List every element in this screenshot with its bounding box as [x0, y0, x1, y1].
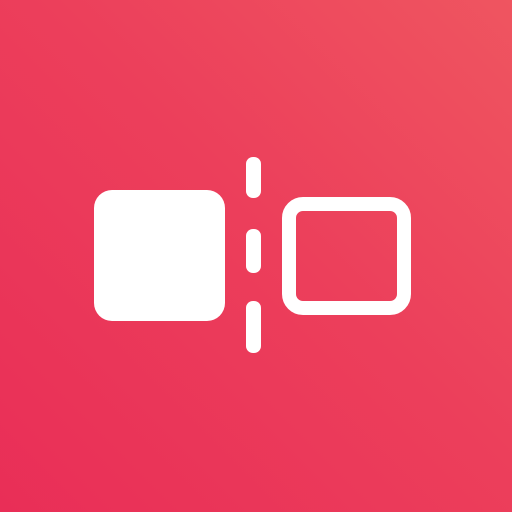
outlined-square-icon	[282, 197, 411, 315]
compare-before-after-icon	[94, 157, 411, 353]
app-icon	[0, 0, 512, 512]
filled-square-icon	[94, 190, 225, 321]
dashed-divider-icon	[246, 157, 261, 353]
